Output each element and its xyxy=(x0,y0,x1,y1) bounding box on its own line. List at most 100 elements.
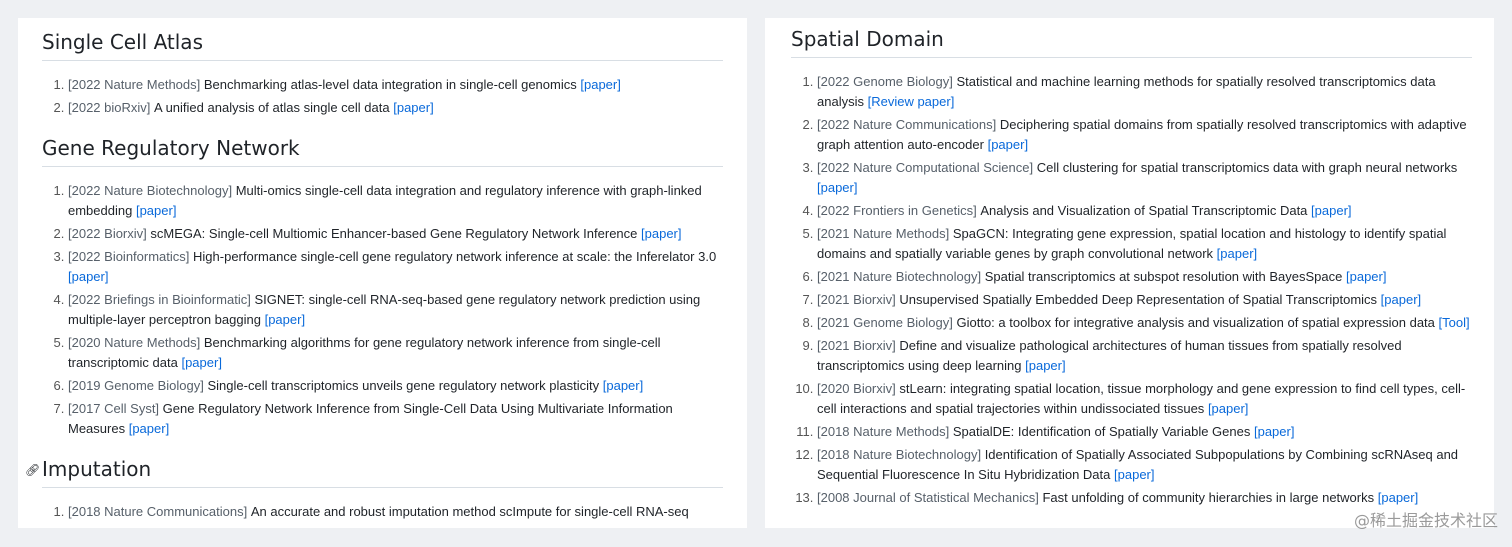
paper-title: Benchmarking atlas-level data integratio… xyxy=(203,77,577,92)
list-item: [2022 Nature Computational Science] Cell… xyxy=(817,158,1472,198)
paper-link[interactable]: [Tool] xyxy=(1439,315,1470,330)
list-item: [2020 Biorxiv] stLearn: integrating spat… xyxy=(817,379,1472,419)
paper-link[interactable]: [paper] xyxy=(1217,246,1257,261)
section-spatial-domain: Spatial Domain [2022 Genome Biology] Sta… xyxy=(791,27,1472,508)
left-panel: Single Cell Atlas [2022 Nature Methods] … xyxy=(18,18,747,528)
section-single-cell-atlas: Single Cell Atlas [2022 Nature Methods] … xyxy=(42,30,723,118)
venue: [2021 Biorxiv] xyxy=(817,292,896,307)
venue: [2018 Nature Communications] xyxy=(68,504,248,519)
venue: [2021 Nature Methods] xyxy=(817,226,950,241)
list-item: [2021 Nature Methods] SpaGCN: Integratin… xyxy=(817,224,1472,264)
paper-link[interactable]: [paper] xyxy=(68,269,108,284)
venue: [2021 Biorxiv] xyxy=(817,338,896,353)
paper-link[interactable]: [paper] xyxy=(1254,424,1294,439)
list-item: [2021 Biorxiv] Unsupervised Spatially Em… xyxy=(817,290,1472,310)
paper-link[interactable]: [paper] xyxy=(1346,269,1386,284)
venue: [2022 Nature Biotechnology] xyxy=(68,183,233,198)
list-item: [2020 Nature Methods] Benchmarking algor… xyxy=(68,333,723,373)
paper-link[interactable]: [paper] xyxy=(1381,292,1421,307)
list-item: [2008 Journal of Statistical Mechanics] … xyxy=(817,488,1472,508)
list-item: [2022 Genome Biology] Statistical and ma… xyxy=(817,72,1472,112)
section-gene-regulatory-network: Gene Regulatory Network [2022 Nature Bio… xyxy=(42,136,723,439)
paper-link[interactable]: [paper] xyxy=(393,100,433,115)
venue: [2008 Journal of Statistical Mechanics] xyxy=(817,490,1039,505)
list-item: [2021 Nature Biotechnology] Spatial tran… xyxy=(817,267,1472,287)
list-item: [2022 Nature Biotechnology] Multi-omics … xyxy=(68,181,723,221)
section-title: Spatial Domain xyxy=(791,27,1472,58)
list-item: [2022 Biorxiv] scMEGA: Single-cell Multi… xyxy=(68,224,723,244)
venue: [2022 Biorxiv] xyxy=(68,226,147,241)
paper-list: [2018 Nature Communications] An accurate… xyxy=(42,502,723,522)
venue: [2022 Frontiers in Genetics] xyxy=(817,203,977,218)
paper-title: Unsupervised Spatially Embedded Deep Rep… xyxy=(899,292,1378,307)
link-icon[interactable]: 🔗︎ xyxy=(25,463,40,477)
paper-link[interactable]: [paper] xyxy=(641,226,681,241)
paper-title: Define and visualize pathological archit… xyxy=(817,338,1402,373)
list-item: [2018 Nature Methods] SpatialDE: Identif… xyxy=(817,422,1472,442)
paper-title: An accurate and robust imputation method… xyxy=(250,504,689,519)
paper-link[interactable]: [paper] xyxy=(181,355,221,370)
paper-list: [2022 Genome Biology] Statistical and ma… xyxy=(791,72,1472,508)
list-item: [2017 Cell Syst] Gene Regulatory Network… xyxy=(68,399,723,439)
list-item: [2018 Nature Biotechnology] Identificati… xyxy=(817,445,1472,485)
list-item: [2022 bioRxiv] A unified analysis of atl… xyxy=(68,98,723,118)
paper-link[interactable]: [paper] xyxy=(1311,203,1351,218)
paper-link[interactable]: [paper] xyxy=(817,180,857,195)
venue: [2020 Nature Methods] xyxy=(68,335,201,350)
paper-link[interactable]: [Review paper] xyxy=(868,94,955,109)
venue: [2021 Genome Biology] xyxy=(817,315,953,330)
watermark: @稀土掘金技术社区 xyxy=(1353,511,1498,530)
paper-link[interactable]: [paper] xyxy=(603,378,643,393)
list-item: [2022 Bioinformatics] High-performance s… xyxy=(68,247,723,287)
paper-title: Single-cell transcriptomics unveils gene… xyxy=(207,378,600,393)
venue: [2021 Nature Biotechnology] xyxy=(817,269,982,284)
paper-link[interactable]: [paper] xyxy=(136,203,176,218)
list-item: [2022 Nature Methods] Benchmarking atlas… xyxy=(68,75,723,95)
section-title-text: Imputation xyxy=(42,457,152,481)
section-title: Gene Regulatory Network xyxy=(42,136,723,167)
paper-link[interactable]: [paper] xyxy=(580,77,620,92)
list-item: [2019 Genome Biology] Single-cell transc… xyxy=(68,376,723,396)
section-title: 🔗︎ Imputation xyxy=(25,457,723,488)
paper-title: stLearn: integrating spatial location, t… xyxy=(817,381,1466,416)
paper-link[interactable]: [paper] xyxy=(1378,490,1418,505)
paper-title: Spatial transcriptomics at subspot resol… xyxy=(984,269,1343,284)
venue: [2022 bioRxiv] xyxy=(68,100,151,115)
paper-link[interactable]: [paper] xyxy=(129,421,169,436)
paper-title: Giotto: a toolbox for integrative analys… xyxy=(956,315,1435,330)
paper-list: [2022 Nature Methods] Benchmarking atlas… xyxy=(42,75,723,118)
paper-link[interactable]: [paper] xyxy=(1114,467,1154,482)
list-item: [2018 Nature Communications] An accurate… xyxy=(68,502,723,522)
venue: [2022 Bioinformatics] xyxy=(68,249,190,264)
list-item: [2022 Briefings in Bioinformatic] SIGNET… xyxy=(68,290,723,330)
section-title: Single Cell Atlas xyxy=(42,30,723,61)
list-item: [2021 Genome Biology] Giotto: a toolbox … xyxy=(817,313,1472,333)
venue: [2022 Genome Biology] xyxy=(817,74,953,89)
paper-title: Analysis and Visualization of Spatial Tr… xyxy=(980,203,1308,218)
venue: [2018 Nature Biotechnology] xyxy=(817,447,982,462)
list-item: [2022 Frontiers in Genetics] Analysis an… xyxy=(817,201,1472,221)
venue: [2022 Nature Methods] xyxy=(68,77,201,92)
paper-link[interactable]: [paper] xyxy=(265,312,305,327)
paper-title: High-performance single-cell gene regula… xyxy=(193,249,717,264)
venue: [2022 Nature Communications] xyxy=(817,117,997,132)
venue: [2022 Briefings in Bioinformatic] xyxy=(68,292,251,307)
paper-title: scMEGA: Single-cell Multiomic Enhancer-b… xyxy=(150,226,638,241)
venue: [2018 Nature Methods] xyxy=(817,424,950,439)
section-imputation: 🔗︎Imputation [2018 Nature Communications… xyxy=(25,457,723,522)
paper-title: Fast unfolding of community hierarchies … xyxy=(1042,490,1375,505)
venue: [2019 Genome Biology] xyxy=(68,378,204,393)
list-item: [2021 Biorxiv] Define and visualize path… xyxy=(817,336,1472,376)
paper-title: Cell clustering for spatial transcriptom… xyxy=(1036,160,1458,175)
paper-link[interactable]: [paper] xyxy=(1025,358,1065,373)
venue: [2017 Cell Syst] xyxy=(68,401,160,416)
paper-title: SpatialDE: Identification of Spatially V… xyxy=(952,424,1251,439)
paper-link[interactable]: [paper] xyxy=(988,137,1028,152)
paper-list: [2022 Nature Biotechnology] Multi-omics … xyxy=(42,181,723,439)
paper-link[interactable]: [paper] xyxy=(1208,401,1248,416)
venue: [2022 Nature Computational Science] xyxy=(817,160,1034,175)
right-panel: Spatial Domain [2022 Genome Biology] Sta… xyxy=(765,18,1494,528)
paper-title: A unified analysis of atlas single cell … xyxy=(154,100,390,115)
venue: [2020 Biorxiv] xyxy=(817,381,896,396)
list-item: [2022 Nature Communications] Deciphering… xyxy=(817,115,1472,155)
